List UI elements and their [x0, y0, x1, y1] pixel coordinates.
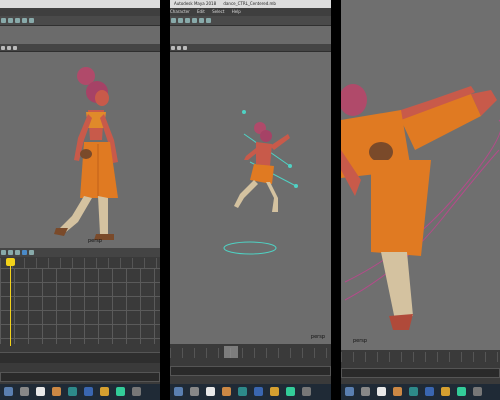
graph-editor-toolbar [0, 248, 160, 257]
menu-item[interactable]: Help [232, 9, 241, 14]
tool-icon[interactable] [15, 18, 20, 23]
app-icon[interactable] [361, 387, 370, 396]
key-icon[interactable] [22, 250, 27, 255]
maya-icon[interactable] [238, 387, 247, 396]
root-control [223, 241, 277, 255]
app-icon[interactable] [84, 387, 93, 396]
timeline-panel [170, 344, 331, 384]
os-taskbar [341, 384, 500, 400]
time-ruler[interactable] [341, 352, 500, 362]
camera-label: persp [88, 238, 103, 244]
app-icon[interactable] [36, 387, 45, 396]
app-icon[interactable] [425, 387, 434, 396]
panel-icon[interactable] [183, 46, 187, 50]
tangent-icon[interactable] [15, 250, 20, 255]
character-model-closeup [341, 84, 500, 330]
app-icon[interactable] [457, 387, 466, 396]
timeline-panel [341, 350, 500, 384]
curve-graph[interactable] [0, 268, 160, 344]
menu-item[interactable]: Character [170, 9, 190, 14]
file-name: dance_CTRL_Centered.mb [223, 1, 276, 6]
start-icon[interactable] [174, 387, 183, 396]
app-icon[interactable] [393, 387, 402, 396]
app-icon[interactable] [473, 387, 482, 396]
panel-icon[interactable] [177, 46, 181, 50]
viewport-panel-middle: Autodesk Maya 2018 dance_CTRL_Centered.m… [170, 0, 331, 400]
app-icon[interactable] [116, 387, 125, 396]
tool-icon[interactable] [171, 18, 176, 23]
start-icon[interactable] [4, 387, 13, 396]
tool-icon[interactable] [1, 18, 6, 23]
panel-icon[interactable] [13, 46, 17, 50]
maya-icon[interactable] [409, 387, 418, 396]
app-icon[interactable] [254, 387, 263, 396]
app-icon[interactable] [345, 387, 354, 396]
range-slider[interactable] [341, 368, 500, 378]
app-icon[interactable] [52, 387, 61, 396]
app-icon[interactable] [302, 387, 311, 396]
tangent-icon[interactable] [1, 250, 6, 255]
range-slider[interactable] [0, 352, 160, 363]
app-icon[interactable] [222, 387, 231, 396]
tool-icon[interactable] [29, 18, 34, 23]
panel-icon[interactable] [7, 46, 11, 50]
folder-icon[interactable] [441, 387, 450, 396]
current-time-indicator[interactable] [6, 256, 16, 346]
character-model [223, 110, 298, 255]
range-slider[interactable] [170, 366, 331, 376]
tool-icon[interactable] [206, 18, 211, 23]
tool-icon[interactable] [178, 18, 183, 23]
tool-icon[interactable] [199, 18, 204, 23]
app-icon[interactable] [190, 387, 199, 396]
folder-icon[interactable] [100, 387, 109, 396]
tool-icon[interactable] [185, 18, 190, 23]
os-taskbar [0, 384, 160, 400]
graph-editor-panel [0, 248, 160, 384]
tool-icon[interactable] [22, 18, 27, 23]
perspective-viewport[interactable]: persp [0, 52, 160, 248]
os-taskbar [170, 384, 331, 400]
camera-label: persp [310, 334, 325, 340]
app-title: Autodesk Maya 2018 [174, 1, 217, 6]
folder-icon[interactable] [270, 387, 279, 396]
menu-bar [0, 8, 160, 16]
app-icon[interactable] [286, 387, 295, 396]
menu-bar: Character Edit Select Help [170, 8, 331, 16]
playback-range[interactable] [0, 372, 160, 382]
current-time-marker[interactable] [224, 346, 238, 358]
perspective-viewport[interactable]: persp [341, 0, 500, 350]
viewport-panel-right: persp [341, 0, 500, 400]
app-icon[interactable] [132, 387, 141, 396]
time-ruler[interactable] [170, 348, 331, 358]
camera-label: persp [353, 338, 368, 344]
window-titlebar: Autodesk Maya 2018 dance_CTRL_Centered.m… [170, 0, 331, 8]
tool-icon[interactable] [8, 18, 13, 23]
viewport-toolbar [170, 44, 331, 52]
app-icon[interactable] [206, 387, 215, 396]
maya-icon[interactable] [68, 387, 77, 396]
menu-item[interactable]: Select [212, 9, 224, 14]
shelf-toolbar [0, 16, 160, 26]
viewport-toolbar [0, 44, 160, 52]
panel-icon[interactable] [171, 46, 175, 50]
app-icon[interactable] [20, 387, 29, 396]
time-ruler[interactable] [0, 258, 160, 268]
panel-icon[interactable] [1, 46, 5, 50]
tangent-icon[interactable] [8, 250, 13, 255]
window-titlebar [0, 0, 160, 8]
perspective-viewport[interactable]: persp [170, 52, 331, 344]
shelf-toolbar [170, 16, 331, 26]
tangent-icon[interactable] [29, 250, 34, 255]
app-icon[interactable] [377, 387, 386, 396]
menu-item[interactable]: Edit [197, 9, 205, 14]
character-model [54, 67, 118, 240]
viewport-panel-left: persp [0, 0, 160, 400]
tool-icon[interactable] [192, 18, 197, 23]
